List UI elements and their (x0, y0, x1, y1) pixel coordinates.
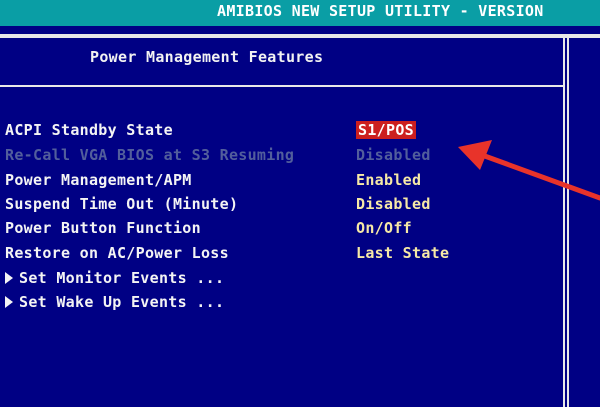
setting-power-management-apm[interactable]: Power Management/APM Enabled (0, 171, 560, 193)
panel-top-border (0, 34, 600, 38)
setting-label: Power Management/APM (5, 171, 192, 189)
title-bar: AMIBIOS NEW SETUP UTILITY - VERSION (0, 0, 600, 26)
submenu-label-wrap: Set Wake Up Events ... (5, 293, 350, 311)
setting-value[interactable]: S1/POS (356, 121, 476, 139)
setting-value[interactable]: Enabled (356, 171, 476, 189)
setting-suspend-time-out[interactable]: Suspend Time Out (Minute) Disabled (0, 195, 560, 217)
submenu-set-monitor-events[interactable]: Set Monitor Events ... (0, 269, 560, 291)
setting-label: Re-Call VGA BIOS at S3 Resuming (5, 146, 295, 164)
setting-label: Suspend Time Out (Minute) (5, 195, 239, 213)
setting-value[interactable]: Last State (356, 244, 476, 262)
setting-value[interactable]: Disabled (356, 195, 476, 213)
bios-title: AMIBIOS NEW SETUP UTILITY - VERSION (217, 2, 544, 20)
setting-value[interactable]: On/Off (356, 219, 476, 237)
submenu-label: Set Monitor Events ... (19, 269, 225, 287)
setting-label: Power Button Function (5, 219, 201, 237)
submenu-set-wake-up-events[interactable]: Set Wake Up Events ... (0, 293, 560, 315)
setting-value: Disabled (356, 146, 431, 164)
setting-label: Restore on AC/Power Loss (5, 244, 229, 262)
setting-acpi-standby-state[interactable]: ACPI Standby State S1/POS (0, 121, 560, 143)
setting-restore-on-ac-power-loss[interactable]: Restore on AC/Power Loss Last State (0, 244, 560, 266)
section-title: Power Management Features (90, 48, 324, 66)
setting-label: ACPI Standby State (5, 121, 173, 139)
submenu-label: Set Wake Up Events ... (19, 293, 225, 311)
selected-value[interactable]: S1/POS (356, 121, 416, 139)
section-divider (0, 85, 564, 87)
submenu-label-wrap: Set Monitor Events ... (5, 269, 350, 287)
right-triangle-icon (5, 272, 13, 284)
setting-power-button-function[interactable]: Power Button Function On/Off (0, 219, 560, 241)
right-triangle-icon (5, 296, 13, 308)
panel-right-border (563, 34, 569, 407)
setting-recall-vga-bios: Re-Call VGA BIOS at S3 Resuming Disabled (0, 146, 560, 168)
